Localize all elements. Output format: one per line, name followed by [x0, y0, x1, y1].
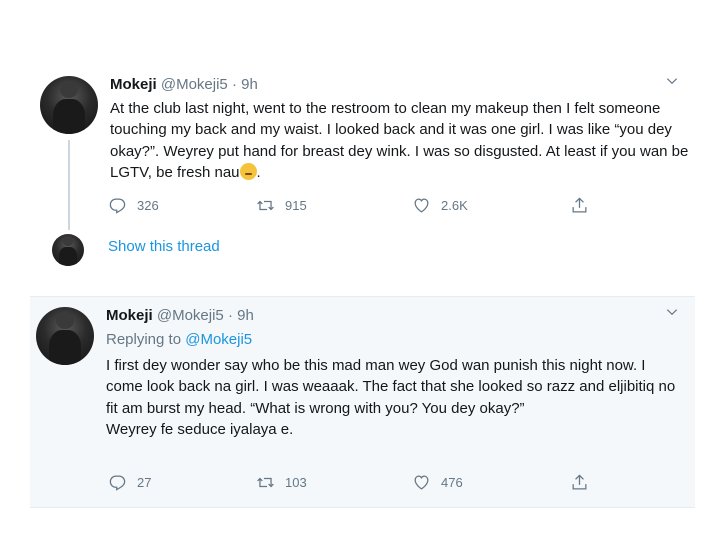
heart-icon [414, 198, 429, 213]
avatar[interactable] [40, 76, 98, 134]
share-icon [572, 474, 587, 490]
share-button[interactable] [570, 196, 589, 215]
retweet-button[interactable]: 103 [256, 473, 307, 492]
timeline: Mokeji @Mokeji5 · 9h At the club last ni… [30, 56, 695, 508]
tweet-paragraph: I first dey wonder say who be this mad m… [106, 357, 676, 417]
author-handle[interactable]: @Mokeji5 [157, 307, 224, 324]
reply-button[interactable]: 326 [108, 196, 159, 215]
author-handle[interactable]: @Mokeji5 [161, 76, 228, 93]
tweet-actions: 27 103 476 [108, 473, 628, 495]
share-icon [572, 197, 587, 213]
tweet-header: Mokeji @Mokeji5 · 9h [106, 307, 254, 324]
tweet-header: Mokeji @Mokeji5 · 9h [110, 76, 258, 93]
reply-button[interactable]: 27 [108, 473, 151, 492]
separator-dot: · [227, 307, 233, 324]
retweet-count: 915 [285, 198, 307, 213]
separator-dot: · [231, 76, 237, 93]
emoji-icon [239, 162, 257, 180]
like-count: 476 [441, 475, 463, 490]
author-name[interactable]: Mokeji [106, 307, 153, 324]
reply-icon [109, 198, 126, 214]
like-count: 2.6K [441, 198, 468, 213]
tweet-body: At the club last night, went to the rest… [110, 100, 689, 181]
show-thread-row[interactable]: Show this thread [30, 234, 695, 294]
show-thread-link[interactable]: Show this thread [108, 238, 220, 255]
retweet-icon [257, 477, 274, 488]
tweet-text-end: . [256, 163, 261, 181]
tweet[interactable]: Mokeji @Mokeji5 · 9h At the club last ni… [30, 56, 695, 234]
share-button[interactable] [570, 473, 589, 492]
retweet-count: 103 [285, 475, 307, 490]
heart-icon [414, 475, 429, 490]
avatar[interactable] [36, 307, 94, 365]
tweet-reply[interactable]: Mokeji @Mokeji5 · 9h Replying to @Mokeji… [30, 296, 695, 508]
like-button[interactable]: 476 [412, 473, 463, 492]
tweet-paragraph: Weyrey fe seduce iyalaya e. [106, 420, 294, 438]
tweet-time[interactable]: 9h [241, 76, 258, 93]
tweet-time[interactable]: 9h [237, 307, 254, 324]
tweet-actions: 326 915 2.6K [108, 196, 628, 218]
reply-count: 27 [137, 475, 152, 490]
reply-icon [109, 475, 126, 491]
thread-connector-line [68, 140, 70, 230]
replying-to-label: Replying to [106, 331, 182, 348]
chevron-down-icon[interactable] [665, 74, 679, 88]
like-button[interactable]: 2.6K [412, 196, 468, 215]
replying-to: Replying to @Mokeji5 [106, 331, 252, 348]
tweet-text: I first dey wonder say who be this mad m… [106, 355, 686, 440]
reply-count: 326 [137, 198, 159, 213]
chevron-down-icon[interactable] [665, 305, 679, 319]
retweet-icon [257, 200, 274, 211]
avatar[interactable] [52, 234, 84, 266]
replying-to-handle[interactable]: @Mokeji5 [185, 331, 252, 348]
author-name[interactable]: Mokeji [110, 76, 157, 93]
retweet-button[interactable]: 915 [256, 196, 307, 215]
tweet-text: At the club last night, went to the rest… [110, 98, 690, 183]
